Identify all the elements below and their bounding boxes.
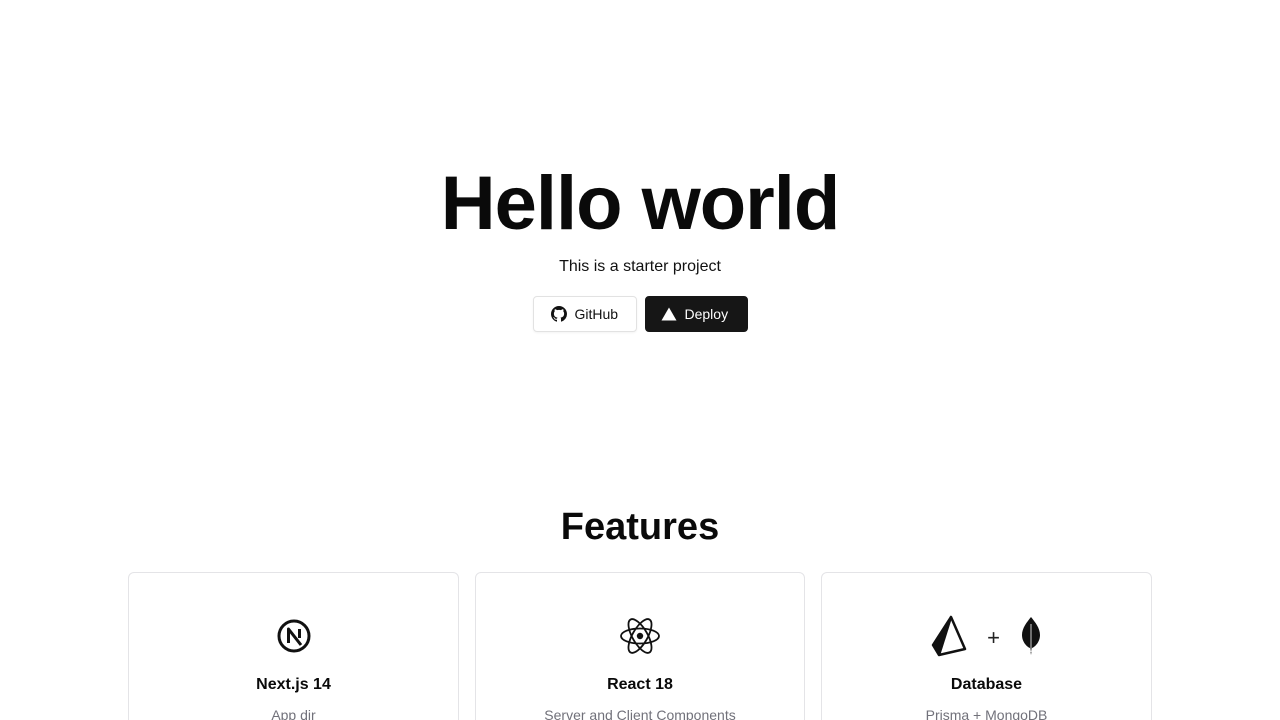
- prisma-icon: [931, 615, 967, 662]
- card-description: Prisma + MongoDB: [925, 707, 1048, 720]
- card-title: Database: [950, 676, 1023, 693]
- features-grid: Next.js 14 App dir React 18 Server and C…: [128, 572, 1152, 720]
- deploy-button[interactable]: Deploy: [644, 296, 748, 332]
- react-icon: [619, 616, 661, 661]
- card-description: Server and Client Components: [544, 707, 736, 720]
- card-icon-row: [476, 617, 804, 659]
- github-button-label: GitHub: [574, 306, 619, 322]
- page: Hello world This is a starter project Gi…: [0, 0, 1280, 720]
- card-description: App dir: [271, 707, 316, 720]
- github-icon: [550, 306, 567, 322]
- nextjs-icon: [276, 618, 312, 659]
- card-icon-row: [129, 617, 458, 659]
- plus-icon: +: [987, 625, 1000, 650]
- hero-button-row: GitHub Deploy: [0, 296, 1280, 332]
- card-title: React 18: [607, 676, 673, 693]
- card-title: Next.js 14: [256, 676, 331, 693]
- vercel-triangle-icon: [661, 306, 677, 322]
- github-button[interactable]: GitHub: [532, 296, 637, 332]
- feature-card-nextjs: Next.js 14 App dir: [128, 572, 459, 720]
- hero-subtitle: This is a starter project: [559, 258, 721, 275]
- feature-card-react: React 18 Server and Client Components: [475, 572, 805, 720]
- mongodb-icon: [1020, 616, 1042, 661]
- card-icon-row: +: [822, 615, 1151, 662]
- feature-card-database: + Database Prisma + MongoDB: [821, 572, 1152, 720]
- deploy-button-label: Deploy: [684, 306, 729, 322]
- features-title: Features: [560, 506, 720, 548]
- hero-title: Hello world: [440, 161, 841, 246]
